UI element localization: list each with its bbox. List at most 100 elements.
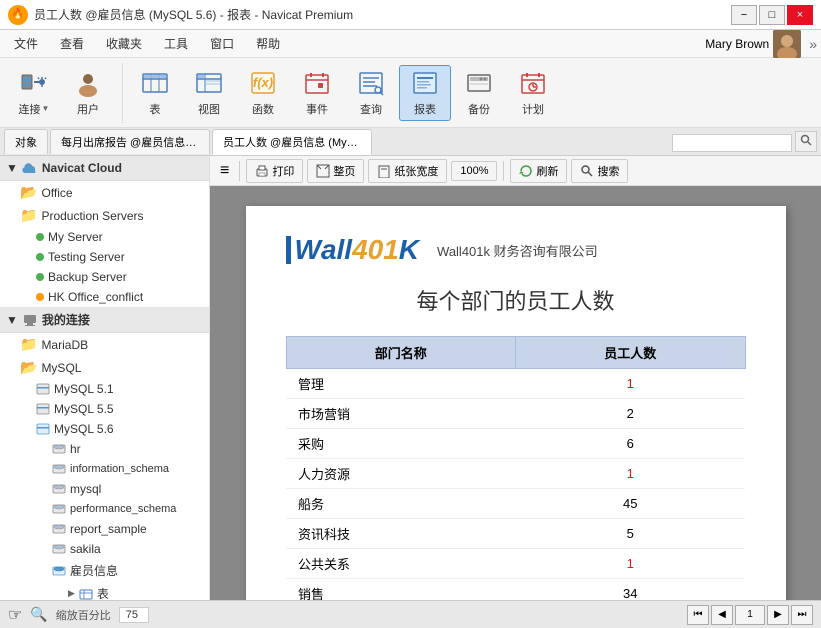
sidebar-item-my-server[interactable]: My Server [0, 227, 209, 247]
table-row: 采购6 [286, 429, 745, 459]
tab-monthly-report[interactable]: 每月出席报告 @雇员信息 (My... [50, 129, 210, 154]
zoom-value: 75 [119, 607, 149, 623]
sidebar-item-backup-server[interactable]: Backup Server [0, 267, 209, 287]
tab-search-input[interactable] [672, 134, 792, 152]
report-icon [411, 69, 439, 97]
sidebar-item-mariadb[interactable]: 📁 MariaDB [0, 333, 209, 356]
zoom-100-button[interactable]: 100% [451, 161, 497, 181]
refresh-button[interactable]: 刷新 [510, 159, 567, 183]
view-icon [195, 69, 223, 97]
window-title: 员工人数 @雇员信息 (MySQL 5.6) - 报表 - Navicat Pr… [34, 6, 353, 23]
sidebar-office-label: Office [41, 186, 72, 200]
tab-bar: 对象 每月出席报告 @雇员信息 (My... 员工人数 @雇员信息 (MySQL… [0, 128, 821, 156]
perf-schema-db-icon [52, 502, 66, 516]
sidebar-item-sakila[interactable]: sakila [0, 539, 209, 559]
sidebar-item-employee-db[interactable]: 雇员信息 [0, 559, 209, 582]
menu-help[interactable]: 帮助 [246, 31, 290, 56]
sidebar-hr-label: hr [70, 442, 81, 456]
sidebar-item-production-servers[interactable]: 📁 Production Servers [0, 204, 209, 227]
menu-button[interactable]: ≡ [216, 162, 233, 180]
print-button[interactable]: 打印 [246, 159, 303, 183]
user-info: Mary Brown [705, 30, 801, 58]
event-icon [303, 69, 331, 97]
nav-last-button[interactable]: ⏭ [791, 605, 813, 625]
sakila-db-icon [52, 542, 66, 556]
sidebar-item-office[interactable]: 📂 Office [0, 181, 209, 204]
tab-objects[interactable]: 对象 [4, 129, 48, 154]
report-title: 每个部门的员工人数 [286, 284, 746, 316]
sidebar-item-report-sample[interactable]: report_sample [0, 519, 209, 539]
hand-cursor-icon[interactable]: ☞ [8, 605, 22, 625]
nav-next-button[interactable]: ▶ [767, 605, 789, 625]
sidebar-item-mysql56[interactable]: MySQL 5.6 [0, 419, 209, 439]
separator2 [503, 161, 504, 181]
sidebar-item-hr[interactable]: hr [0, 439, 209, 459]
col-header-dept: 部门名称 [286, 337, 516, 369]
report-logo: W all401K Wall401k 财务咨询有限公司 [286, 236, 746, 264]
fit-page-button[interactable]: 整页 [307, 159, 364, 183]
menu-tools[interactable]: 工具 [154, 31, 198, 56]
toolbar-view-button[interactable]: 视图 [183, 65, 235, 121]
menu-file[interactable]: 文件 [4, 31, 48, 56]
local-section-label: 我的连接 [42, 311, 90, 328]
expand-icon[interactable]: » [809, 36, 817, 52]
paper-width-button[interactable]: 纸张宽度 [368, 159, 447, 183]
sidebar-perf-schema-label: performance_schema [70, 503, 176, 515]
toolbar-event-button[interactable]: 事件 [291, 65, 343, 121]
sidebar-item-testing-server[interactable]: Testing Server [0, 247, 209, 267]
nav-prev-button[interactable]: ◀ [711, 605, 733, 625]
content-pane: ≡ 打印 整页 纸张宽度 100% 刷新 [210, 156, 821, 600]
sidebar-item-information-schema[interactable]: information_schema [0, 459, 209, 479]
table-row: 管理1 [286, 369, 745, 399]
toolbar-schedule-button[interactable]: 计划 [507, 65, 559, 121]
connect-label: 连接 [19, 101, 41, 117]
production-folder-icon: 📁 [20, 207, 37, 224]
mysql56-open-icon [36, 422, 50, 436]
dept-cell: 资讯科技 [286, 519, 516, 549]
menu-window[interactable]: 窗口 [200, 31, 244, 56]
sidebar-cloud-header[interactable]: ▼ Navicat Cloud [0, 156, 209, 181]
dept-cell: 船务 [286, 489, 516, 519]
office-folder-open-icon: 📂 [20, 184, 37, 201]
count-cell: 2 [516, 399, 746, 429]
sidebar-item-mysql-db[interactable]: mysql [0, 479, 209, 499]
sidebar-item-mysql55[interactable]: MySQL 5.5 [0, 399, 209, 419]
toolbar-query-button[interactable]: 查询 [345, 65, 397, 121]
toolbar-backup-button[interactable]: 备份 [453, 65, 505, 121]
toolbar-function-button[interactable]: f(x) 函数 [237, 65, 289, 121]
main-area: ▼ Navicat Cloud 📂 Office 📁 Production Se… [0, 156, 821, 600]
toolbar-user-button[interactable]: 用户 [62, 65, 114, 121]
dept-cell: 采购 [286, 429, 516, 459]
table-row: 资讯科技5 [286, 519, 745, 549]
tab-employee-count[interactable]: 员工人数 @雇员信息 (MySQL... [212, 129, 372, 155]
sidebar-item-hk-office[interactable]: HK Office_conflict [0, 287, 209, 307]
sidebar-sakila-label: sakila [70, 542, 101, 556]
table-row: 船务45 [286, 489, 745, 519]
my-server-status-icon [36, 233, 44, 241]
sidebar-employee-db-label: 雇员信息 [70, 562, 118, 579]
mysql51-icon [36, 382, 50, 396]
sidebar-item-performance-schema[interactable]: performance_schema [0, 499, 209, 519]
close-button[interactable]: × [787, 5, 813, 25]
menu-favorites[interactable]: 收藏夹 [96, 31, 152, 56]
toolbar-report-button[interactable]: 报表 [399, 65, 451, 121]
minimize-button[interactable]: − [731, 5, 757, 25]
dept-cell: 管理 [286, 369, 516, 399]
dept-cell: 公共关系 [286, 549, 516, 579]
maximize-button[interactable]: □ [759, 5, 785, 25]
event-label: 事件 [306, 101, 328, 117]
sidebar-item-mysql51[interactable]: MySQL 5.1 [0, 379, 209, 399]
sidebar-local-header[interactable]: ▼ 我的连接 [0, 307, 209, 333]
search-content-button[interactable]: 搜索 [571, 159, 628, 183]
menu-view[interactable]: 查看 [50, 31, 94, 56]
toolbar-table-button[interactable]: 表 [129, 65, 181, 121]
tab-search-button[interactable] [795, 131, 817, 152]
toolbar-connect-button[interactable]: 连接 ▼ [8, 65, 60, 121]
sidebar-item-mysql-folder[interactable]: 📂 MySQL [0, 356, 209, 379]
sidebar-item-tables-folder[interactable]: ▶ 表 [0, 582, 209, 600]
magnify-icon[interactable]: 🔍 [30, 606, 47, 623]
title-bar: 🔥 员工人数 @雇员信息 (MySQL 5.6) - 报表 - Navicat … [0, 0, 821, 30]
nav-first-button[interactable]: ⏮ [687, 605, 709, 625]
hk-office-status-icon [36, 293, 44, 301]
logo-mark-container: W all401K [286, 236, 420, 264]
